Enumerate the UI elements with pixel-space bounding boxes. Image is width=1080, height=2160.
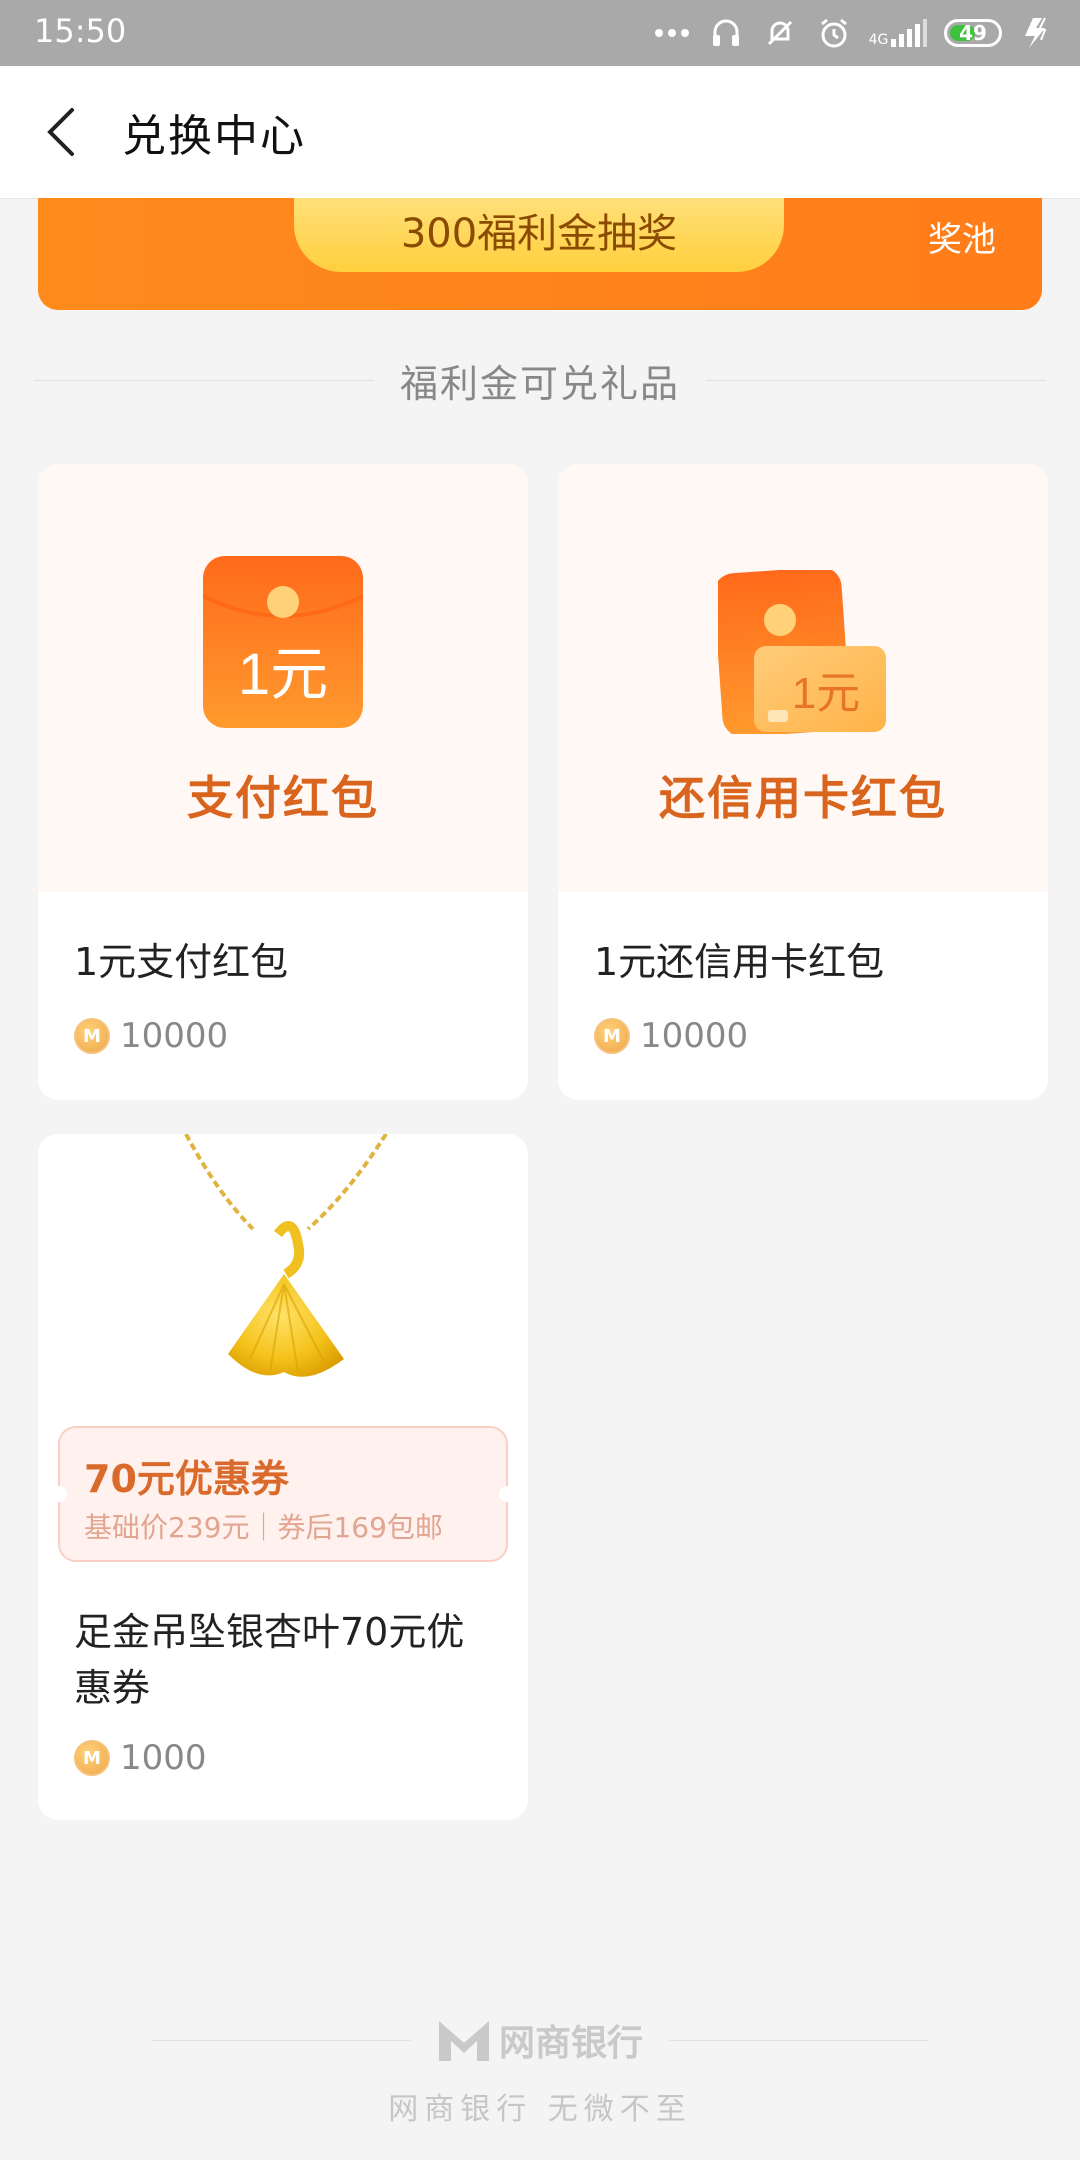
product-name: 1元还信用卡红包 <box>594 940 885 984</box>
product-price: M 10000 <box>74 1016 228 1056</box>
price-value: 1000 <box>120 1738 207 1778</box>
brand-logo: 网商银行 <box>437 2014 643 2066</box>
divider <box>706 379 1046 381</box>
brand-slogan: 网商银行 无微不至 <box>388 2092 692 2127</box>
product-image-caption: 还信用卡红包 <box>659 771 947 825</box>
product-card-pay-redpacket[interactable]: 1元 支付红包 1元支付红包 M 10000 <box>38 464 528 1100</box>
lottery-button[interactable]: 300福利金抽奖 <box>294 198 784 272</box>
headphone-icon <box>708 15 744 51</box>
footer: 网商银行 网商银行 无微不至 <box>0 2010 1080 2128</box>
product-image: 1元 还信用卡红包 <box>558 464 1048 892</box>
battery-level: 49 <box>959 21 987 45</box>
lottery-button-label: 300福利金抽奖 <box>400 211 678 257</box>
page-title: 兑换中心 <box>122 111 306 162</box>
gold-pendant-image <box>184 1134 388 1377</box>
mute-bell-icon <box>762 15 798 51</box>
chevron-left-icon <box>47 108 74 156</box>
price-value: 10000 <box>640 1016 749 1056</box>
product-price: M 10000 <box>594 1016 748 1056</box>
credit-card-redpacket-icon: 1元 <box>718 570 886 734</box>
product-name: 1元支付红包 <box>74 940 289 984</box>
product-image-caption: 支付红包 <box>187 771 379 825</box>
divider <box>150 2039 411 2041</box>
header-bar: 兑换中心 <box>0 66 1080 199</box>
coupon-tag: 70元优惠券 基础价239元｜券后169包邮 <box>51 1426 515 1562</box>
product-card-gold-pendant[interactable]: 70元优惠券 基础价239元｜券后169包邮 足金吊坠银杏叶70元优惠券 M 1… <box>38 1134 528 1820</box>
battery-icon: 49 <box>944 19 1002 47</box>
section-heading: 福利金可兑礼品 <box>0 350 1080 410</box>
prize-pool-link[interactable]: 奖池 <box>928 212 996 261</box>
alarm-icon <box>816 15 852 51</box>
product-name: 足金吊坠银杏叶70元优惠券 <box>74 1610 465 1710</box>
status-time: 15:50 <box>34 12 127 50</box>
credit-card-amount: 1元 <box>792 669 860 718</box>
more-dots-icon <box>654 15 690 51</box>
product-card-credit-card-redpacket[interactable]: 1元 还信用卡红包 1元还信用卡红包 M 10000 <box>558 464 1048 1100</box>
mybank-logo-icon <box>438 2021 489 2061</box>
product-price: M 1000 <box>74 1738 207 1778</box>
divider <box>33 379 374 381</box>
red-packet-icon: 1元 <box>203 556 363 728</box>
back-button[interactable] <box>30 102 90 162</box>
coin-icon: M <box>594 1018 630 1054</box>
coin-icon: M <box>74 1740 110 1776</box>
charging-icon <box>1020 15 1056 51</box>
divider <box>669 2039 929 2041</box>
red-packet-amount: 1元 <box>238 642 328 707</box>
status-icons: 4G 49 <box>654 12 1056 54</box>
section-title: 福利金可兑礼品 <box>399 361 680 406</box>
status-bar: 15:50 4G 49 <box>0 0 1080 66</box>
product-image: 1元 支付红包 <box>38 464 528 892</box>
signal-icon: 4G <box>868 15 928 51</box>
brand-name: 网商银行 <box>498 2023 643 2064</box>
price-value: 10000 <box>120 1016 229 1056</box>
coin-icon: M <box>74 1018 110 1054</box>
coupon-subtitle: 基础价239元｜券后169包邮 <box>84 1511 443 1544</box>
lottery-banner[interactable]: 300福利金抽奖 奖池 <box>38 198 1042 310</box>
coupon-title: 70元优惠券 <box>84 1457 289 1501</box>
network-label: 4G <box>868 32 889 48</box>
